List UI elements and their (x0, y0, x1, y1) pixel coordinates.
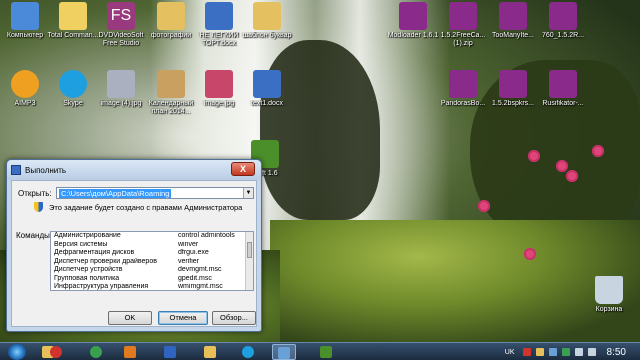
chevron-down-icon[interactable]: ▼ (243, 188, 253, 198)
desktop-icon-template-folder[interactable]: шаблон буквар (238, 2, 296, 40)
flower (528, 150, 540, 162)
archive-icon (449, 70, 477, 98)
folder-icon (204, 346, 216, 358)
close-button[interactable]: X (231, 162, 255, 176)
image-file-icon (107, 70, 135, 98)
list-item[interactable]: Дефрагментация дисков dfrgui.exe (51, 249, 253, 258)
open-combobox[interactable]: C:\Users\дом\AppData\Roaming ▼ (56, 187, 254, 199)
image-file-icon (205, 70, 233, 98)
tray-app-icon[interactable] (561, 348, 570, 356)
uac-shield-icon (34, 202, 43, 212)
skype-icon (59, 70, 87, 98)
open-row: Открыть: C:\Users\дом\AppData\Roaming ▼ (18, 187, 254, 199)
flower (566, 170, 578, 182)
open-label: Открыть: (18, 188, 52, 198)
dvdvideosoft-icon: FS (107, 2, 135, 30)
volume-icon[interactable] (587, 348, 596, 356)
desktop-icon-760[interactable]: 760_1.5.2R... (534, 2, 592, 40)
archive-icon (499, 2, 527, 30)
taskbar-minecraft[interactable] (314, 344, 338, 360)
tray-app-icon[interactable] (535, 348, 544, 356)
flower (592, 145, 604, 157)
list-item[interactable]: Версия системы winver (51, 241, 253, 250)
taskbar-run-active[interactable] (272, 344, 296, 360)
list-item[interactable]: Диспетчер устройств devmgmt.msc (51, 266, 253, 275)
opera-icon (50, 346, 62, 358)
taskbar-media-player[interactable] (118, 344, 142, 360)
run-dialog-title: Выполнить (25, 165, 67, 175)
run-dialog-body: Открыть: C:\Users\дом\AppData\Roaming ▼ … (11, 180, 257, 327)
tray-app-icon[interactable] (548, 348, 557, 356)
desktop-icon-recycle-bin[interactable]: Корзина (580, 276, 638, 314)
run-icon (278, 347, 290, 359)
taskbar: UK 8:50 (0, 342, 640, 360)
skype-icon (242, 346, 254, 358)
list-item[interactable]: Групповая политика gpedit.msc (51, 275, 253, 284)
list-item[interactable]: Администрирование control admintools (51, 232, 253, 241)
archive-icon (549, 2, 577, 30)
folder-icon (157, 2, 185, 30)
ok-button[interactable]: OK (108, 311, 152, 325)
commands-scrollbar[interactable] (245, 232, 253, 290)
word-icon (164, 346, 176, 358)
media-player-icon (124, 346, 136, 358)
browse-button[interactable]: Обзор... (212, 311, 256, 325)
list-item[interactable]: Инфраструктура управления wmimgmt.msc (51, 283, 253, 290)
chrome-icon (90, 346, 102, 358)
word-document-icon (205, 2, 233, 30)
total-commander-icon (59, 2, 87, 30)
taskbar-opera[interactable] (44, 344, 68, 360)
flower (478, 200, 490, 212)
admin-note: Это задание будет создано с правами Адми… (34, 202, 242, 212)
scrollbar-thumb[interactable] (247, 242, 252, 258)
start-button[interactable] (8, 344, 26, 360)
commands-label: Команды: (16, 231, 53, 240)
computer-icon (11, 2, 39, 30)
flower (524, 248, 536, 260)
document-icon (157, 70, 185, 98)
run-app-icon (11, 165, 21, 175)
taskbar-skype[interactable] (236, 344, 260, 360)
desktop-icon-text1-doc[interactable]: text1.docx (238, 70, 296, 108)
commands-list[interactable]: Администрирование control admintools Верс… (50, 231, 254, 291)
network-icon[interactable] (574, 348, 583, 356)
aimp-icon (11, 70, 39, 98)
system-tray: UK 8:50 (505, 343, 640, 360)
taskbar-folder[interactable] (198, 344, 222, 360)
archive-icon (449, 2, 477, 30)
taskbar-word[interactable] (158, 344, 182, 360)
taskbar-chrome[interactable] (84, 344, 108, 360)
archive-icon (549, 70, 577, 98)
archive-icon (499, 70, 527, 98)
open-input-value[interactable]: C:\Users\дом\AppData\Roaming (59, 189, 172, 198)
language-indicator[interactable]: UK (505, 349, 515, 356)
flower (556, 160, 568, 172)
folder-icon (253, 2, 281, 30)
list-item[interactable]: Диспетчер проверки драйверов verifier (51, 258, 253, 267)
run-dialog: Выполнить X Открыть: C:\Users\дом\AppDat… (6, 159, 262, 332)
minecraft-icon (320, 346, 332, 358)
word-document-icon (253, 70, 281, 98)
clock[interactable]: 8:50 (607, 347, 626, 358)
cancel-button[interactable]: Отмена (158, 311, 208, 325)
recycle-bin-icon (595, 276, 623, 304)
admin-note-text: Это задание будет создано с правами Адми… (49, 202, 243, 212)
desktop-icon-rusifikator[interactable]: Rusifikator-... (534, 70, 592, 108)
tray-app-icon[interactable] (522, 348, 531, 356)
archive-icon (399, 2, 427, 30)
run-dialog-titlebar[interactable]: Выполнить (7, 160, 261, 180)
